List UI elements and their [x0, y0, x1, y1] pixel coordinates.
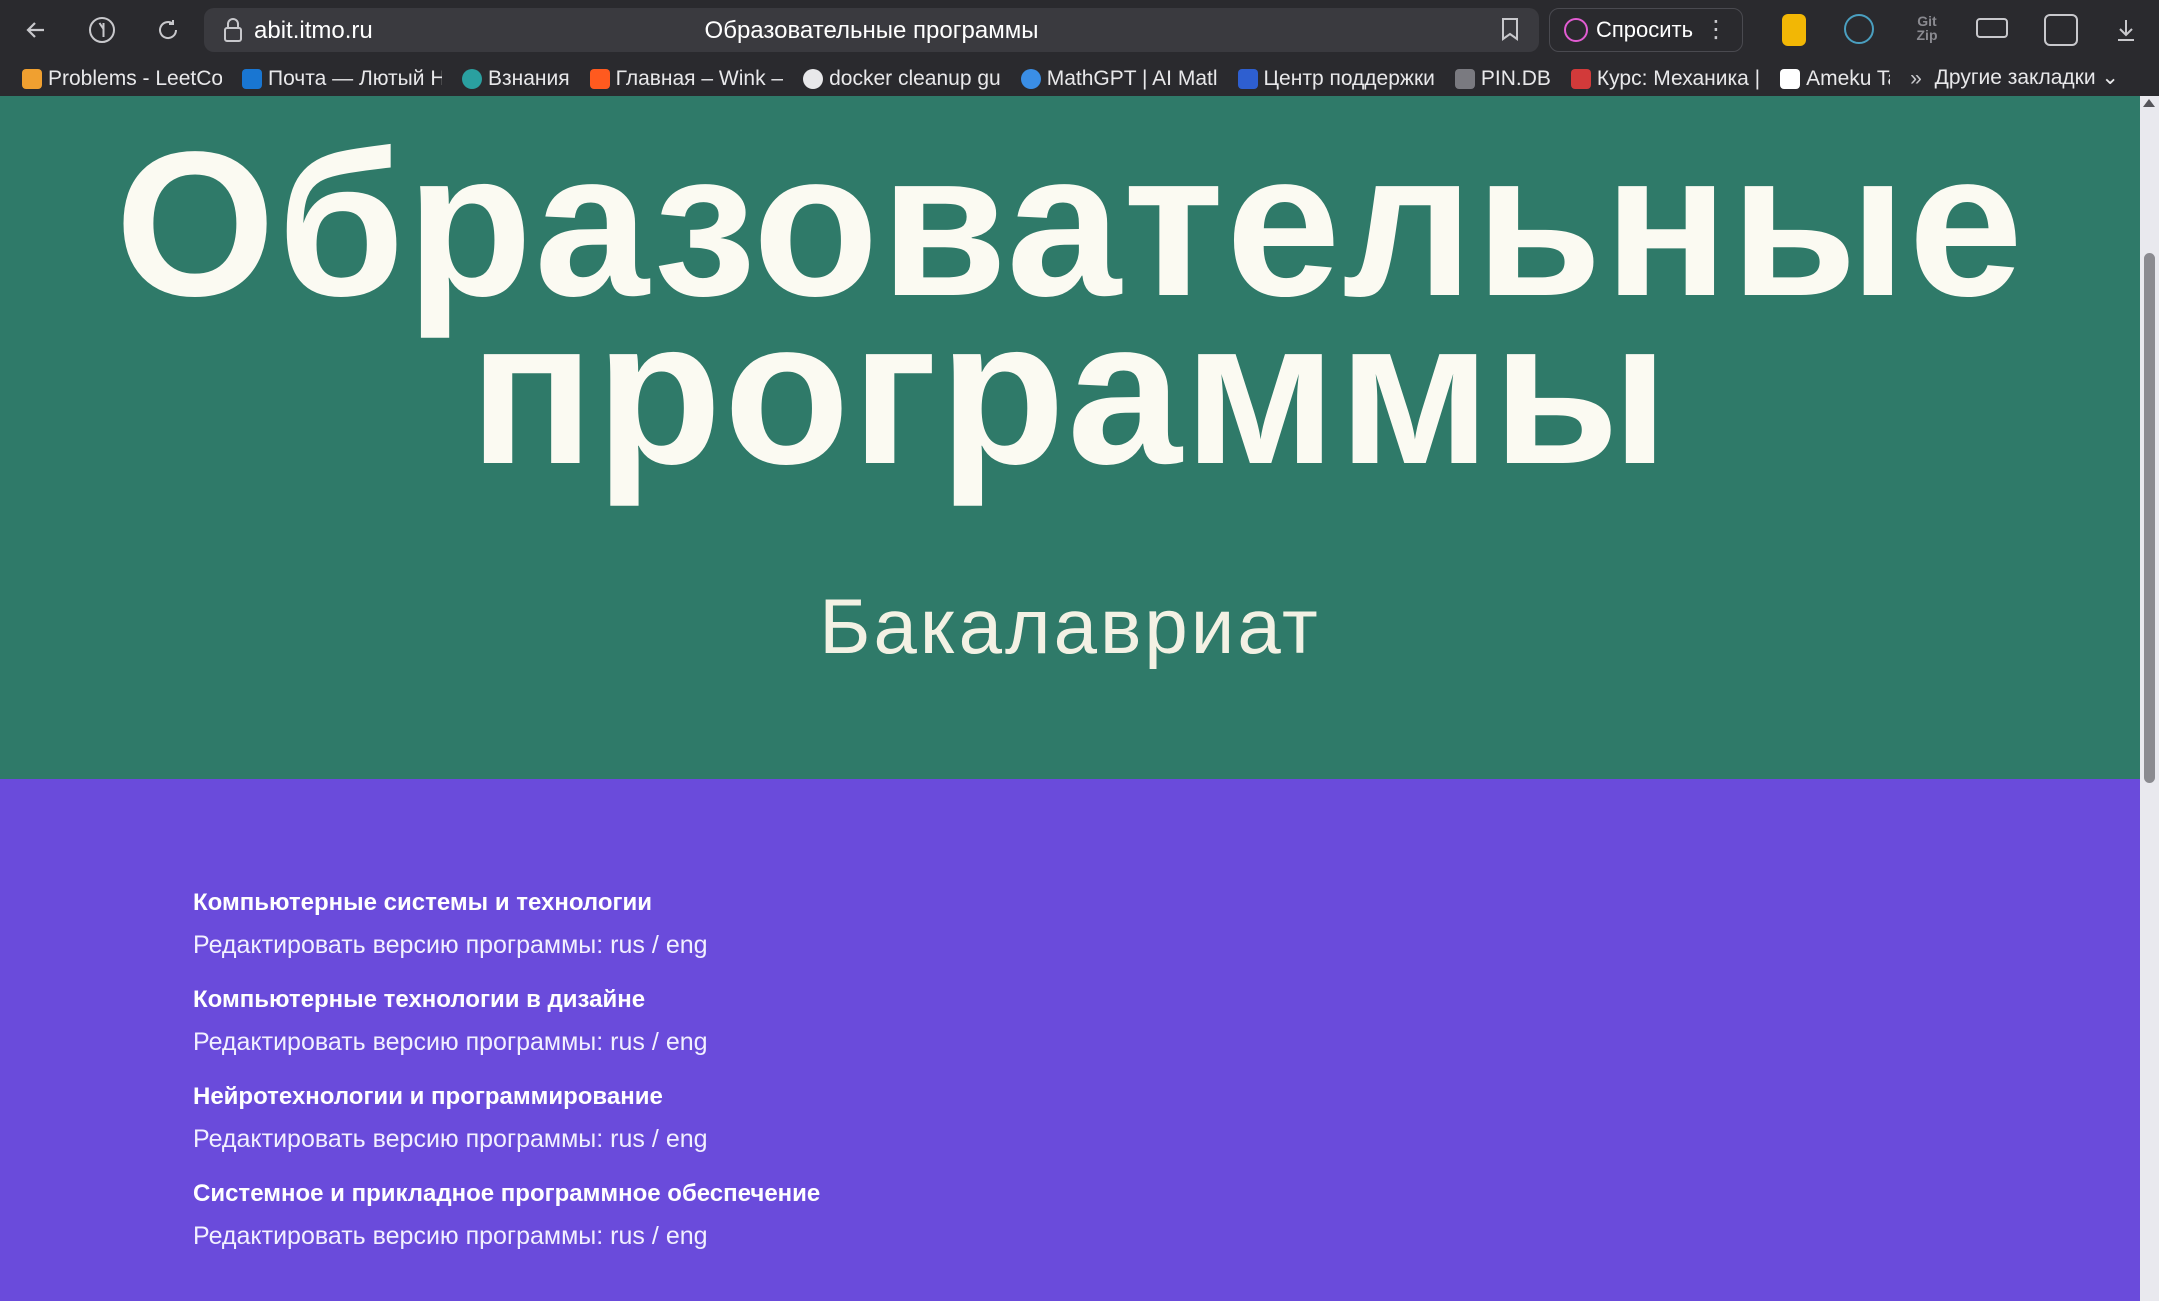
bookmark-label: Курс: Механика | — [1596, 67, 1761, 90]
bookmark-label: Центр поддержки — [1263, 67, 1435, 90]
battery-icon[interactable] — [1976, 18, 2008, 38]
edit-rus-link[interactable]: rus — [610, 1028, 645, 1057]
bookmark-label: Главная – Wink – — [615, 67, 784, 90]
degree-subtitle: Бакалавриат — [819, 582, 1321, 670]
program-name: Нейротехнологии и программирование — [193, 1083, 663, 1110]
scroll-thumb[interactable] — [2144, 253, 2155, 783]
favicon-icon — [462, 69, 482, 89]
download-icon[interactable] — [2106, 12, 2146, 48]
favicon-icon — [1780, 69, 1801, 89]
edit-label: Редактировать версию программы: — [193, 931, 604, 959]
extensions-icon[interactable] — [2044, 14, 2078, 46]
page-scrollbar[interactable] — [2140, 96, 2159, 1301]
programs-section: Компьютерные системы и технологии Редакт… — [0, 779, 2140, 1301]
bookmark-item[interactable]: Центр поддержки — [1237, 67, 1435, 91]
separator: / — [651, 1125, 659, 1153]
scroll-up-arrow-icon[interactable] — [2143, 99, 2155, 107]
edit-eng-link[interactable]: eng — [666, 1028, 708, 1057]
ask-button[interactable]: Спросить ⋮ — [1549, 8, 1743, 52]
favicon-icon — [1570, 69, 1591, 89]
bookmark-label: docker cleanup gu — [829, 67, 1001, 90]
other-bookmarks-label: Другие закладки — [1934, 66, 2096, 89]
bookmark-label: PIN.DB — [1480, 67, 1551, 90]
bookmark-item[interactable]: PIN.DB — [1454, 67, 1551, 91]
edit-version-row: Редактировать версию программы: rus / en… — [193, 1125, 820, 1154]
bookmark-item[interactable]: Взнания — [462, 67, 570, 91]
bookmark-label: Взнания — [488, 67, 570, 90]
extension-yellow-icon[interactable] — [1782, 14, 1806, 46]
separator: / — [651, 931, 659, 959]
more-vertical-icon[interactable]: ⋮ — [1704, 15, 1728, 44]
bookmark-label: Почта — Лютый Н — [268, 67, 442, 90]
reload-icon[interactable] — [148, 12, 188, 48]
list-item: Компьютерные системы и технологии Редакт… — [193, 889, 820, 960]
edit-label: Редактировать версию программы: — [193, 1222, 604, 1250]
edit-eng-link[interactable]: eng — [666, 1125, 708, 1154]
bookmark-label: Ameku Ta — [1806, 67, 1891, 90]
github-icon — [803, 69, 824, 89]
bookmarks-bar: Problems - LeetCo Почта — Лютый Н Взнани… — [0, 62, 2159, 96]
address-bar[interactable]: abit.itmo.ru Образовательные программы — [204, 8, 1539, 52]
edit-version-row: Редактировать версию программы: rus / en… — [193, 1222, 820, 1251]
ask-label: Спросить — [1596, 17, 1694, 42]
other-bookmarks-button[interactable]: Другие закладки ⌄ — [1935, 65, 2119, 90]
favicon-icon — [1454, 69, 1475, 89]
edit-version-row: Редактировать версию программы: rus / en… — [193, 1028, 820, 1057]
program-name: Компьютерные системы и технологии — [193, 889, 653, 916]
edit-label: Редактировать версию программы: — [193, 1028, 604, 1056]
list-item: Компьютерные технологии в дизайне Редакт… — [193, 986, 820, 1057]
edit-version-row: Редактировать версию программы: rus / en… — [193, 931, 820, 960]
bookmark-item[interactable]: Главная – Wink – — [589, 67, 784, 91]
browser-toolbar: abit.itmo.ru Образовательные программы С… — [0, 0, 2159, 60]
bookmark-item[interactable]: Ameku Ta — [1780, 67, 1890, 91]
edit-rus-link[interactable]: rus — [610, 1222, 645, 1251]
title-line-2: программы — [469, 277, 1671, 507]
program-name: Системное и прикладное программное обесп… — [193, 1180, 821, 1207]
bookmark-item[interactable]: docker cleanup gu — [803, 67, 1001, 91]
bookmark-item[interactable]: Problems - LeetCo — [22, 67, 222, 91]
favicon-icon — [1237, 69, 1258, 89]
favicon-icon — [589, 69, 610, 89]
bookmark-item[interactable]: Курс: Механика | — [1570, 67, 1761, 91]
extension-globe-icon[interactable] — [1844, 14, 1874, 44]
edit-rus-link[interactable]: rus — [610, 931, 645, 960]
bookmark-label: MathGPT | AI Matl — [1046, 67, 1218, 90]
program-name: Компьютерные технологии в дизайне — [193, 986, 646, 1013]
yandex-home-icon[interactable] — [82, 12, 122, 48]
bookmark-item[interactable]: MathGPT | AI Matl — [1020, 67, 1218, 91]
edit-eng-link[interactable]: eng — [666, 931, 708, 960]
program-list: Компьютерные системы и технологии Редакт… — [193, 889, 820, 1277]
list-item: Системное и прикладное программное обесп… — [193, 1180, 820, 1251]
bookmark-label: Problems - LeetCo — [48, 67, 222, 90]
edit-label: Редактировать версию программы: — [193, 1125, 604, 1153]
browser-chrome: abit.itmo.ru Образовательные программы С… — [0, 0, 2159, 96]
alice-icon — [1564, 18, 1588, 42]
bookmark-icon[interactable] — [1499, 16, 1521, 49]
page-title: Образовательные программы — [0, 121, 2140, 495]
favicon-icon — [22, 69, 42, 89]
edit-rus-link[interactable]: rus — [610, 1125, 645, 1154]
favicon-icon — [242, 69, 262, 89]
separator: / — [651, 1028, 659, 1056]
edit-eng-link[interactable]: eng — [666, 1222, 708, 1251]
separator: / — [651, 1222, 659, 1250]
favicon-icon — [1020, 69, 1041, 89]
bookmark-item[interactable]: Почта — Лютый Н — [242, 67, 442, 91]
list-item: Нейротехнологии и программирование Редак… — [193, 1083, 820, 1154]
page-title-display: Образовательные программы — [704, 17, 1039, 44]
back-arrow-icon[interactable] — [16, 12, 56, 48]
gitzip-icon[interactable]: Git Zip — [1910, 14, 1944, 46]
bookmarks-overflow-icon[interactable]: » — [1910, 67, 1922, 91]
hero-section: Образовательные программы Бакалавриат — [0, 96, 2140, 779]
